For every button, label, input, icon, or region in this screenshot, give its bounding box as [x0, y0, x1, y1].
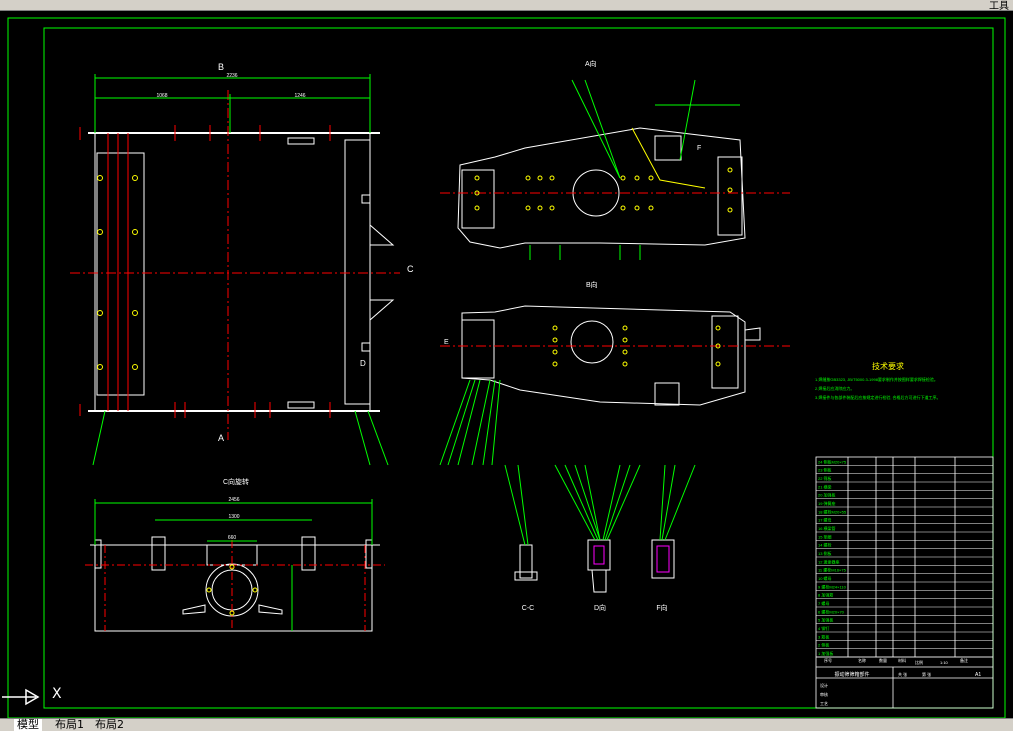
detail-leaders — [504, 464, 696, 546]
parts-row: 17 螺母 — [818, 517, 832, 523]
detail-f — [651, 539, 675, 579]
sheet-border-inner — [43, 27, 994, 709]
view-c-dim-inner: 1300 — [228, 514, 239, 520]
parts-row: 23 侧板 — [818, 467, 832, 473]
tech-line-3: 3.焊接件与各部件装配后应按规定进行检验, 合格后方可进行下道工序。 — [815, 394, 941, 400]
tech-title: 技术要求 — [872, 361, 904, 371]
title-block-frame — [815, 456, 994, 709]
parts-row: 19 弹簧座 — [818, 500, 836, 506]
parts-row: 10 螺母 — [818, 575, 832, 581]
detail-f-title: F向 — [656, 603, 667, 612]
parts-row: 20 加强板 — [818, 492, 836, 498]
detail-cc-title: C-C — [522, 605, 534, 612]
parts-row: 18 螺栓M20×55 — [818, 508, 847, 514]
parts-row: 11 螺栓M16×75 — [818, 567, 847, 573]
front-label-d: D — [360, 359, 366, 368]
title-block-sheet-label: 共 张 — [898, 671, 907, 677]
tab-layout-1[interactable]: 布局1 — [52, 719, 87, 731]
parts-row: 21 横梁 — [818, 483, 832, 489]
title-block-header-4: 材料 — [898, 657, 906, 663]
view-a-title: A向 — [585, 59, 597, 68]
parts-row: 24 侧板M20×75 — [818, 458, 847, 464]
layout-tabs: 模型 布局1 布局2 — [0, 718, 1013, 731]
front-dim-right: 1246 — [294, 93, 305, 99]
title-block-header-5: 备注 — [960, 657, 968, 663]
detail-cc — [514, 544, 538, 581]
tab-model[interactable]: 模型 — [14, 719, 42, 731]
toolbar-button-3[interactable] — [40, 0, 52, 8]
view-a-label-f: F — [697, 145, 701, 152]
drawing-canvas[interactable]: 2236 1068 1246 B A C D A向 F B向 E 技术要求 1.… — [0, 10, 1013, 718]
detail-d-title: D向 — [594, 603, 606, 612]
parts-row: 2 侧板 — [818, 642, 829, 648]
title-block-header-2: 名称 — [858, 657, 866, 663]
title-block-size: A1 — [975, 672, 981, 678]
parts-row: 12 激振器座 — [818, 558, 840, 564]
parts-row: 3 筋板 — [818, 633, 829, 639]
view-a-leaders — [529, 79, 740, 260]
parts-row: 22 筛板 — [818, 475, 832, 481]
title-block-drawing-name: 振动筛筛箱部件 — [834, 671, 869, 678]
parts-row: 16 横梁管 — [818, 525, 836, 531]
view-c-dim-center: 660 — [228, 535, 237, 541]
parts-rows: 24 侧板M20×75 23 侧板 22 筛板 21 横梁 20 加强板 19 弹簧座 18… — [816, 458, 993, 658]
toolbar-button-2[interactable] — [22, 0, 34, 8]
view-c-title: C向旋转 — [223, 477, 249, 486]
front-dim-total: 2236 — [226, 73, 237, 79]
title-block-header-1: 序号 — [824, 657, 832, 663]
parts-row: 15 垫圈 — [818, 533, 832, 539]
title-block-scale-value: 1:10 — [940, 660, 949, 665]
front-label-b: B — [218, 62, 224, 72]
title-block-role-3: 工艺 — [820, 701, 828, 706]
view-b-title: B向 — [586, 280, 598, 289]
front-label-a: A — [218, 433, 224, 443]
view-b-label-e: E — [444, 339, 449, 346]
title-block-role-2: 审核 — [820, 691, 828, 697]
view-b-leaders — [439, 379, 501, 466]
front-dim-left: 1068 — [156, 93, 167, 99]
parts-row: 7 螺母 — [818, 600, 829, 606]
parts-row: 8 加强筋 — [818, 592, 833, 598]
title-block-header-3: 数量 — [879, 657, 887, 663]
tech-line-1: 1.焊缝按GB3323, JB/T5000.3-1998要求制作并按图样要求焊接… — [815, 376, 938, 382]
parts-row: 1 加强板 — [818, 650, 833, 656]
parts-row: 5 加强板 — [818, 617, 833, 623]
tech-line-2: 2.焊接后应消除应力。 — [815, 385, 854, 391]
front-view — [70, 90, 400, 440]
title-block-sheet-value: 第 张 — [922, 671, 931, 677]
title-block-scale-label: 比例 — [915, 659, 923, 665]
tab-layout-2[interactable]: 布局2 — [92, 719, 127, 731]
parts-row: 9 螺栓M24×110 — [818, 583, 847, 589]
detail-d — [587, 539, 611, 593]
view-c-centerlines — [85, 540, 385, 631]
parts-row: 14 螺栓 — [818, 542, 832, 548]
view-c — [90, 536, 380, 632]
parts-row: 6 螺栓M20×70 — [818, 608, 845, 614]
ucs-x-axis-label: X — [52, 686, 62, 702]
view-c-dim-total: 2456 — [228, 497, 239, 503]
sheet-border-outer — [7, 17, 1006, 718]
view-a — [457, 127, 746, 249]
toolbar-button-1[interactable] — [4, 0, 16, 8]
front-label-c: C — [407, 264, 414, 274]
view-a-holes — [474, 167, 733, 213]
parts-row: 13 侧板 — [818, 550, 832, 556]
title-block-role-1: 设计 — [820, 682, 828, 688]
view-b — [461, 305, 761, 406]
parts-row: 4 铆钉 — [818, 625, 829, 631]
